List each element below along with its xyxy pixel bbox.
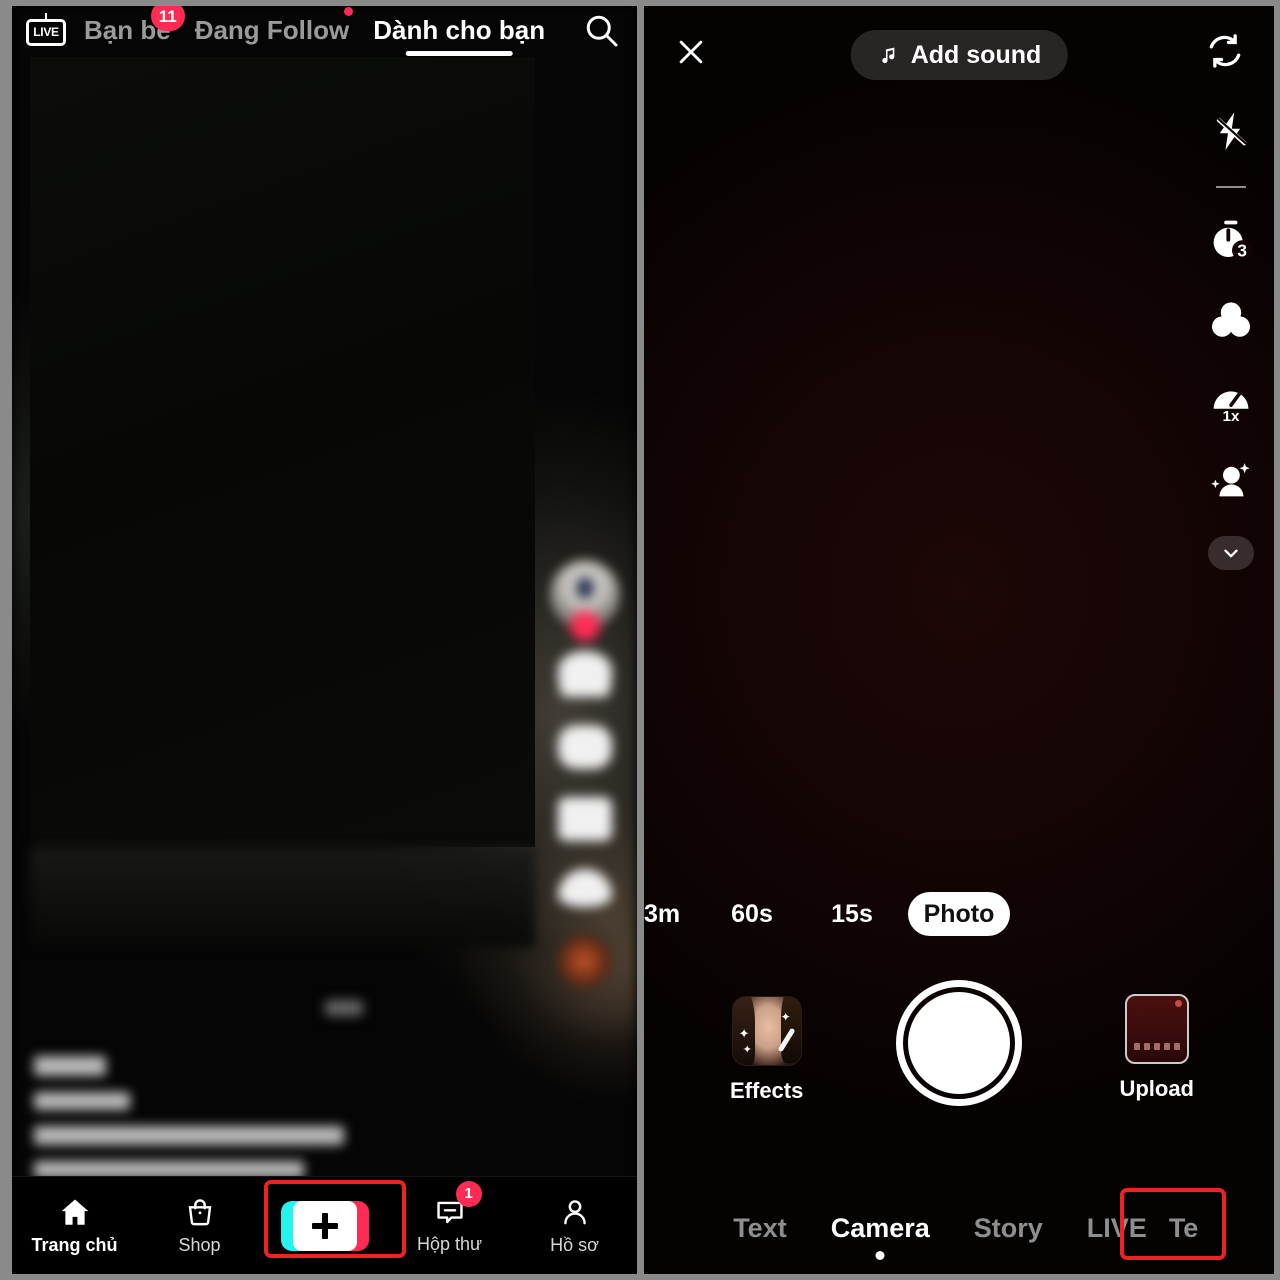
home-icon xyxy=(61,1199,88,1225)
sparkle-icon-1: ✦ xyxy=(738,1026,750,1041)
tab-active-underline xyxy=(405,51,513,56)
upload-button[interactable]: Upload xyxy=(1119,994,1194,1102)
share-button[interactable] xyxy=(550,869,620,911)
like-button[interactable] xyxy=(550,651,620,701)
caption-line-3 xyxy=(34,1126,344,1145)
nav-item-inbox[interactable]: 1 Hộp thư xyxy=(396,1180,504,1264)
svg-text:3: 3 xyxy=(1237,240,1247,260)
mode-template-clipped[interactable]: Te xyxy=(1169,1213,1207,1244)
rail-divider xyxy=(1216,186,1246,188)
caption-pill xyxy=(324,1000,364,1016)
flip-camera-icon[interactable] xyxy=(1204,30,1248,74)
mode-camera-label: Camera xyxy=(830,1213,930,1243)
svg-text:1x: 1x xyxy=(1223,408,1240,424)
tab-ban-be[interactable]: Bạn bè 11 xyxy=(84,6,185,43)
chevron-down-icon[interactable] xyxy=(1208,536,1254,570)
close-icon[interactable] xyxy=(670,31,712,73)
tab-dang-follow-label: Đang Follow xyxy=(194,15,350,45)
caption-username xyxy=(34,1056,106,1076)
feed-video-lower-blur xyxy=(30,847,535,947)
mode-live[interactable]: LIVE xyxy=(1065,1213,1169,1244)
share-icon xyxy=(558,869,612,907)
nav-item-home-label: Trang chủ xyxy=(31,1235,118,1255)
duration-photo[interactable]: Photo xyxy=(908,892,1010,936)
duration-15s[interactable]: 15s xyxy=(802,900,902,929)
effects-button[interactable]: ✦ ✦ ✦ Effects xyxy=(730,996,803,1104)
duration-3m[interactable]: 3m xyxy=(644,900,702,929)
avatar-head xyxy=(576,577,594,599)
filters-icon[interactable] xyxy=(1203,292,1259,348)
beautify-icon[interactable] xyxy=(1203,452,1259,508)
feed-action-rail xyxy=(543,561,627,1015)
follow-button[interactable] xyxy=(570,611,600,641)
mode-story[interactable]: Story xyxy=(952,1213,1065,1244)
speed-icon[interactable]: 1x xyxy=(1203,372,1259,428)
tab-dang-follow-dot xyxy=(344,7,354,16)
caption-line-2 xyxy=(34,1092,130,1110)
nav-item-profile-label: Hồ sơ xyxy=(550,1235,599,1255)
nav-item-inbox-label: Hộp thư xyxy=(416,1234,483,1254)
search-icon[interactable] xyxy=(581,10,621,50)
timer-icon[interactable]: 3 xyxy=(1203,212,1259,268)
tiktok-feed-panel: LIVE Bạn bè 11 Đang Follow Dành cho bạn xyxy=(12,6,637,1274)
sparkle-icon-2: ✦ xyxy=(742,1044,752,1056)
duration-selector: 3m 60s 15s Photo xyxy=(644,892,1274,936)
add-sound-label: Add sound xyxy=(910,40,1042,69)
flash-off-icon[interactable] xyxy=(1203,104,1259,160)
feed-video-surface[interactable] xyxy=(30,57,535,847)
upload-label: Upload xyxy=(1119,1076,1194,1101)
mode-text[interactable]: Text xyxy=(711,1213,809,1244)
avatar[interactable] xyxy=(552,561,618,641)
upload-thumb-row xyxy=(1133,1043,1180,1050)
plus-glyph-icon xyxy=(311,1212,338,1239)
effects-label: Effects xyxy=(730,1078,804,1103)
tab-dang-follow[interactable]: Đang Follow xyxy=(194,7,354,45)
bookmark-icon xyxy=(558,797,612,841)
comment-icon xyxy=(558,725,612,769)
comment-button[interactable] xyxy=(550,725,620,773)
nav-item-shop-label: Shop xyxy=(178,1235,221,1255)
nav-item-profile[interactable]: Hồ sơ xyxy=(521,1188,629,1264)
duration-60s[interactable]: 60s xyxy=(702,900,802,929)
sound-disc-button[interactable] xyxy=(550,935,620,991)
tab-ban-be-badge: 11 xyxy=(150,6,185,31)
mode-active-dot xyxy=(875,1251,885,1260)
feed-caption-block xyxy=(34,1000,434,1178)
bookmark-button[interactable] xyxy=(550,797,620,845)
feed-top-tabs: LIVE Bạn bè 11 Đang Follow Dành cho bạn xyxy=(12,6,637,56)
profile-person-icon xyxy=(563,1200,586,1225)
music-note-icon xyxy=(882,47,895,64)
heart-icon xyxy=(558,651,612,697)
tab-danh-cho-ban[interactable]: Dành cho bạn xyxy=(373,15,546,56)
plus-create-icon[interactable] xyxy=(280,1200,369,1251)
inbox-badge: 1 xyxy=(455,1180,482,1207)
add-sound-button[interactable]: Add sound xyxy=(850,30,1068,80)
nav-item-shop[interactable]: Shop xyxy=(146,1188,254,1264)
nav-item-home[interactable]: Trang chủ xyxy=(21,1188,129,1264)
effects-thumbnail: ✦ ✦ ✦ xyxy=(731,996,802,1066)
live-icon[interactable]: LIVE xyxy=(26,12,66,46)
capture-button-inner xyxy=(908,992,1010,1094)
tab-danh-cho-ban-label: Dành cho bạn xyxy=(373,15,546,45)
screenshot-stage: LIVE Bạn bè 11 Đang Follow Dành cho bạn xyxy=(0,0,1280,1280)
plus-create-inner xyxy=(292,1200,357,1251)
sound-disc-icon xyxy=(559,935,611,987)
upload-thumb-corner-dot xyxy=(1174,1000,1182,1007)
camera-top-bar: Add sound xyxy=(644,6,1274,98)
shop-bag-icon xyxy=(188,1199,211,1226)
bottom-nav: Trang chủ Shop 1 Hộp thư Hồ sơ xyxy=(12,1176,637,1274)
live-icon-label: LIVE xyxy=(33,25,59,39)
mode-camera[interactable]: Camera xyxy=(809,1213,952,1260)
capture-row: ✦ ✦ ✦ Effects Upload xyxy=(644,980,1274,1106)
camera-mode-selector: Text Camera Story LIVE Te xyxy=(644,1213,1274,1260)
sparkle-icon-3: ✦ xyxy=(780,1010,791,1024)
nav-item-create[interactable] xyxy=(271,1188,379,1264)
capture-button[interactable] xyxy=(896,980,1022,1106)
camera-panel: Add sound 3 1x 3m 60s 15s Photo ✦ ✦ ✦ Ef… xyxy=(644,6,1274,1274)
upload-thumbnail xyxy=(1124,994,1189,1064)
camera-tools-rail: 3 1x xyxy=(1202,104,1260,570)
